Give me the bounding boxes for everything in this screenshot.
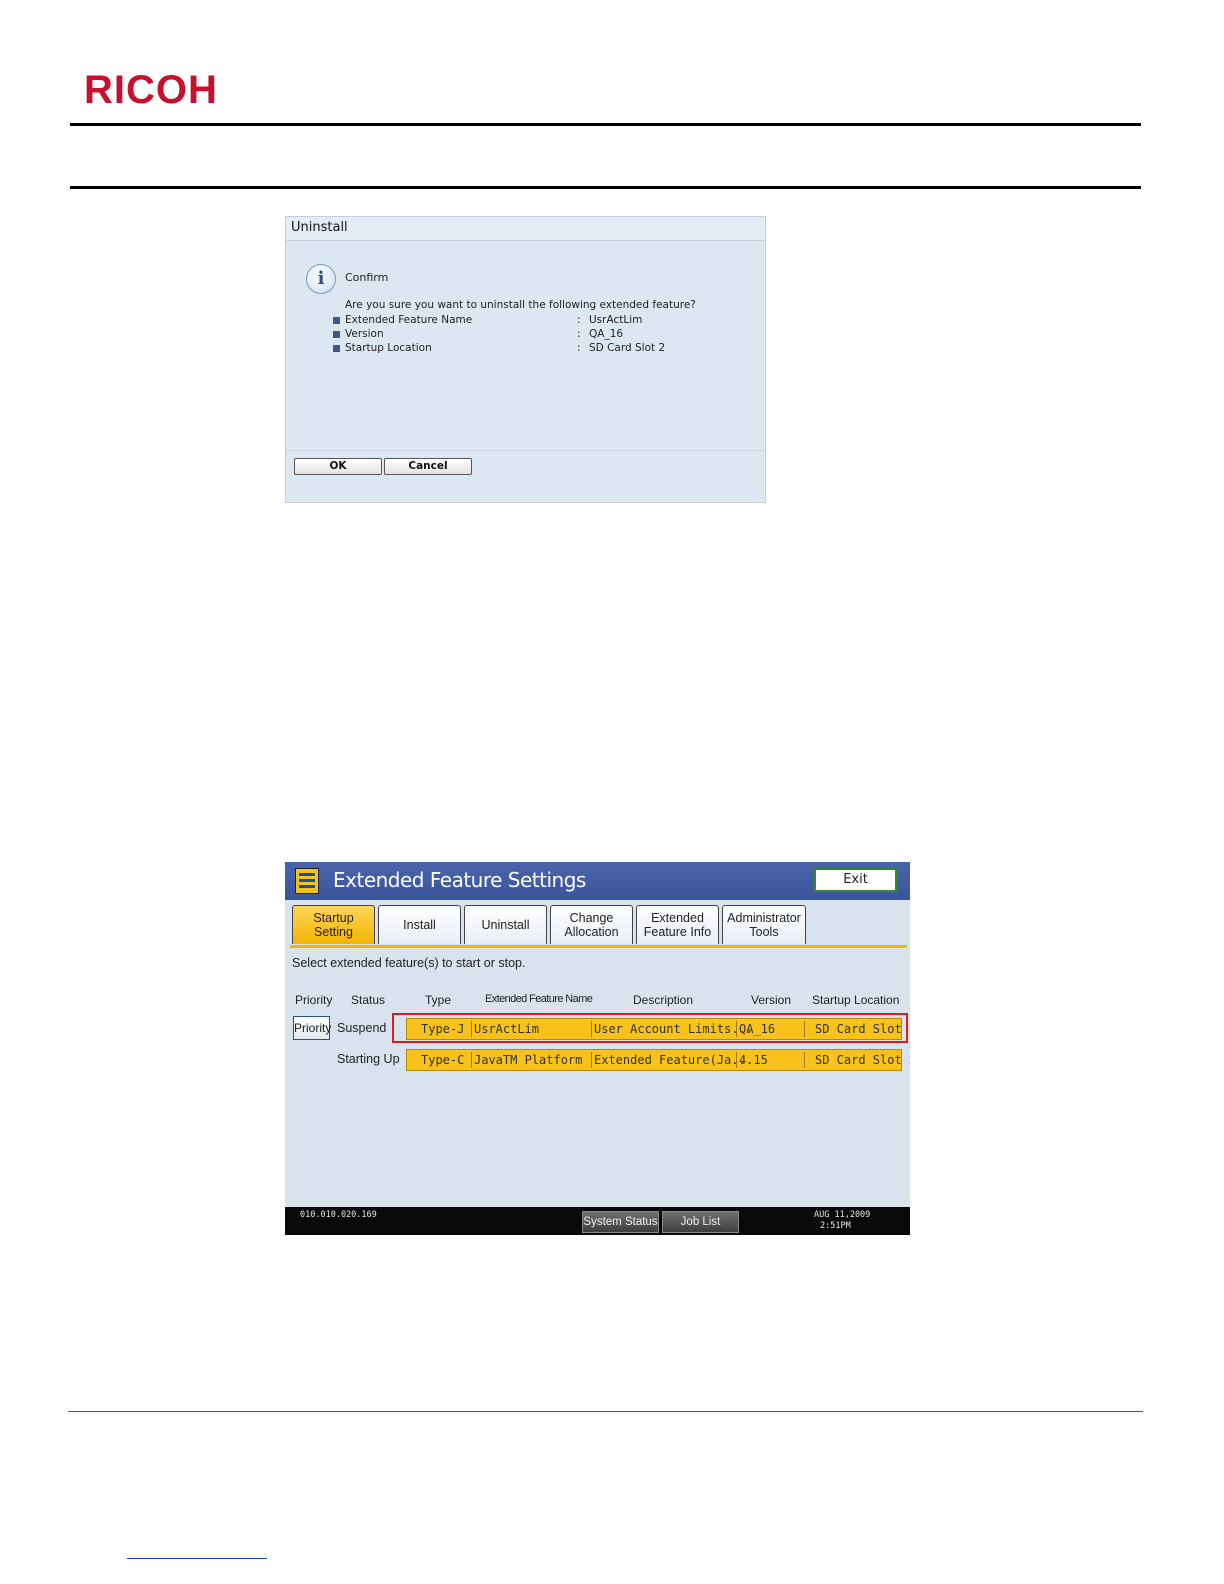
- date-time: AUG 11,2009 2:51PM: [814, 1210, 870, 1232]
- detail-value: QA_16: [589, 328, 624, 340]
- detail-label: Extended Feature Name: [345, 314, 473, 326]
- system-status-button[interactable]: System Status: [582, 1211, 659, 1233]
- cell-divider: [736, 1052, 737, 1068]
- column-header-location: Startup Location: [812, 993, 900, 1007]
- tab-label-line1: Extended: [651, 911, 704, 925]
- detail-label: Version: [345, 328, 384, 340]
- row-name: JavaTM Platform: [474, 1053, 583, 1067]
- time-text: 2:51PM: [820, 1221, 851, 1231]
- uninstall-dialog: Uninstall i Confirm Are you sure you wan…: [285, 216, 766, 503]
- bullet-icon: [333, 345, 340, 352]
- column-header-type: Type: [425, 993, 452, 1007]
- tab-startup-setting[interactable]: Startup Setting: [292, 905, 375, 944]
- cell-divider: [804, 1052, 805, 1068]
- cell-divider: [591, 1052, 592, 1068]
- extended-feature-settings-screen: Extended Feature Settings Exit Startup Se…: [285, 862, 910, 1235]
- column-header-priority: Priority: [295, 993, 333, 1007]
- screen-title: Extended Feature Settings: [333, 868, 586, 892]
- feature-row-java-platform[interactable]: Type-C JavaTM Platform Extended Feature(…: [406, 1049, 910, 1071]
- screen-header: Extended Feature Settings Exit: [285, 862, 910, 900]
- selection-highlight-box: [392, 1013, 908, 1043]
- detail-separator: :: [577, 314, 581, 326]
- status-bar: 010.010.020.169 System Status Job List A…: [285, 1207, 910, 1235]
- tab-label: Install: [403, 918, 436, 932]
- dialog-title: Uninstall: [291, 220, 348, 235]
- tab-label-line1: Startup: [313, 911, 354, 925]
- confirm-label: Confirm: [345, 271, 389, 284]
- column-header-name: Extended Feature Name: [485, 993, 593, 1005]
- info-icon: i: [306, 264, 336, 294]
- tab-uninstall[interactable]: Uninstall: [464, 905, 547, 944]
- row-status: Suspend: [337, 1021, 387, 1035]
- detail-separator: :: [577, 342, 581, 354]
- ricoh-logo: RICOH: [84, 68, 218, 112]
- detail-value: UsrActLim: [589, 314, 643, 326]
- footer-link-underline: [127, 1558, 267, 1559]
- ok-button[interactable]: OK: [294, 458, 382, 475]
- tab-change-allocation[interactable]: Change Allocation: [550, 905, 633, 944]
- job-list-button[interactable]: Job List: [662, 1211, 739, 1233]
- date-text: AUG 11,2009: [814, 1210, 871, 1220]
- exit-button[interactable]: Exit: [814, 868, 897, 892]
- detail-separator: :: [577, 328, 581, 340]
- tab-label-line2: Setting: [314, 925, 353, 939]
- dialog-separator: [286, 450, 765, 451]
- header-rule-bottom: [70, 186, 1141, 189]
- tab-label-line2: Feature Info: [643, 925, 712, 939]
- bullet-icon: [333, 331, 340, 338]
- ip-address: 010.010.020.169: [300, 1210, 377, 1220]
- footer-rule: [68, 1411, 1143, 1412]
- cell-divider: [471, 1052, 472, 1068]
- detail-value: SD Card Slot 2: [589, 342, 666, 354]
- bullet-icon: [333, 317, 340, 324]
- row-status: Starting Up: [337, 1052, 400, 1066]
- row-location: SD Card Slot 2: [815, 1053, 910, 1067]
- cancel-button[interactable]: Cancel: [384, 458, 472, 475]
- tab-label-line1: Administrator: [727, 911, 801, 925]
- row-type: Type-C: [421, 1053, 465, 1067]
- column-header-status: Status: [351, 993, 386, 1007]
- row-version: 4.15: [739, 1053, 768, 1067]
- instruction-text: Select extended feature(s) to start or s…: [292, 956, 526, 970]
- column-header-version: Version: [751, 993, 792, 1007]
- header-rule-top: [70, 123, 1141, 126]
- tab-label-line2: Tools: [749, 925, 779, 939]
- tab-underline: [290, 945, 907, 948]
- priority-button[interactable]: Priority: [293, 1016, 331, 1040]
- tab-label-line1: Change: [569, 911, 614, 925]
- tab-administrator-tools[interactable]: Administrator Tools: [722, 905, 806, 944]
- extended-feature-app-icon: [295, 868, 319, 894]
- tab-install[interactable]: Install: [378, 905, 461, 944]
- tab-label: Uninstall: [481, 918, 530, 932]
- dialog-title-bar: Uninstall: [286, 217, 765, 241]
- column-header-description: Description: [633, 993, 694, 1007]
- detail-label: Startup Location: [345, 342, 432, 354]
- row-description: Extended Feature(Ja...: [594, 1053, 753, 1067]
- confirm-question: Are you sure you want to uninstall the f…: [345, 299, 696, 311]
- tab-extended-feature-info[interactable]: Extended Feature Info: [636, 905, 719, 944]
- tab-label-line2: Allocation: [564, 925, 619, 939]
